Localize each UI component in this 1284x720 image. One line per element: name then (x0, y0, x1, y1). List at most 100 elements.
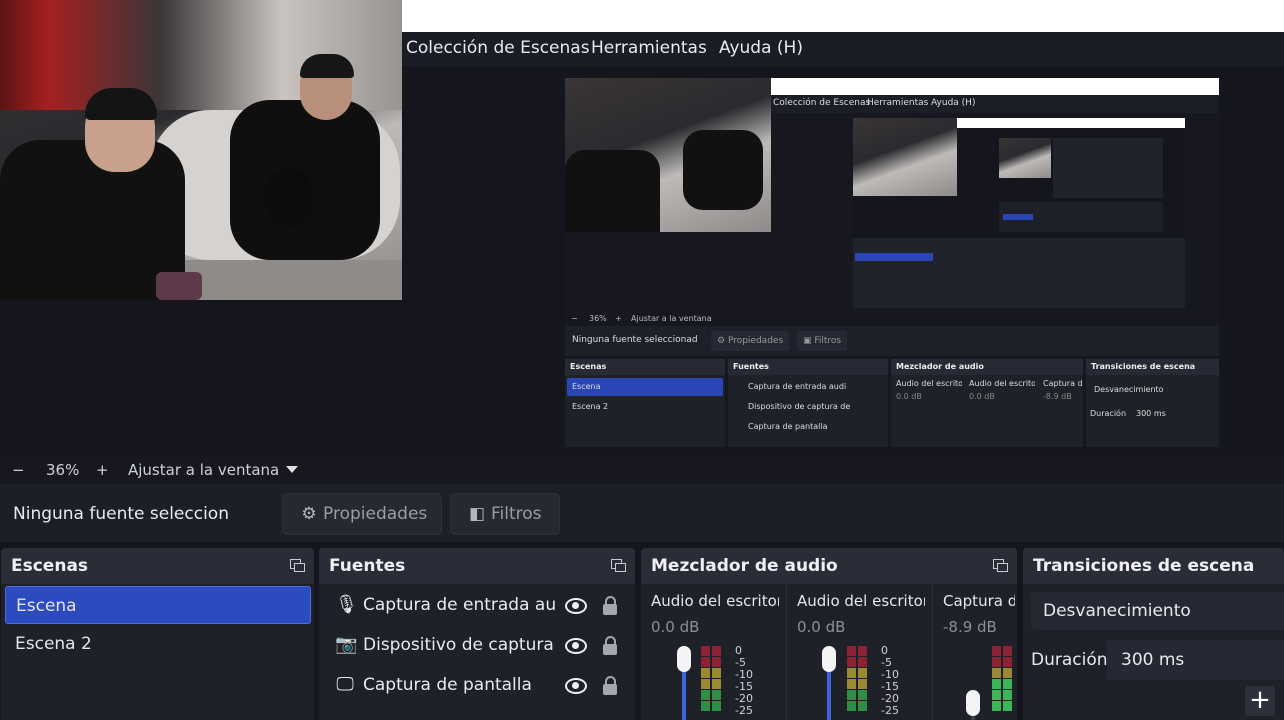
undock-icon[interactable] (611, 559, 626, 572)
preview-nested-capture (853, 118, 1185, 308)
nested-panels (853, 238, 1185, 308)
preview-fit-label: Ajustar a la ventana (631, 314, 712, 323)
audio-mixer-header: Mezclador de audio (641, 548, 1017, 584)
volume-knob[interactable] (966, 690, 980, 716)
preview-menu-tools: Herramientas (867, 98, 929, 108)
source-item-label: Dispositivo de captura de (363, 635, 555, 655)
duration-label: Duración (1031, 650, 1108, 670)
sources-dock-header: Fuentes (319, 548, 635, 584)
lock-icon[interactable] (603, 636, 617, 655)
source-item-audio-input[interactable]: 🎙 Captura de entrada audi (319, 586, 635, 626)
channel-db: 0.0 dB (651, 618, 700, 636)
preview-scenes-dock: Escenas Escena Escena 2 (565, 359, 725, 447)
menu-tools[interactable]: Herramientas (591, 38, 707, 58)
preview-channel-1: Audio del escritorio (896, 379, 962, 388)
preview-transitions-title: Transiciones de escena (1086, 359, 1219, 375)
cam-person-right-hair (300, 54, 354, 78)
sources-dock: Fuentes 🎙 Captura de entrada audi 📷 Disp… (319, 548, 635, 720)
source-item-screen-capture[interactable]: 🖵 Captura de pantalla (319, 666, 635, 706)
preview-properties-label: Propiedades (727, 336, 784, 346)
nested-webcam-small (999, 138, 1051, 178)
scale-label: -25 (881, 704, 899, 717)
source-item-label: Captura de entrada audi (363, 595, 555, 615)
audio-mixer-dock: Mezclador de audio Audio del escritorio … (641, 548, 1017, 720)
level-meter (1003, 646, 1012, 720)
scene-item-escena-2[interactable]: Escena 2 (5, 625, 311, 663)
source-properties-bar: Ninguna fuente seleccionad ⚙ Propiedades … (0, 484, 1284, 542)
source-item-label: Captura de pantalla (363, 675, 532, 695)
meter-scale: 0 -5 -10 -15 -20 -25 (735, 645, 753, 717)
properties-button[interactable]: ⚙ Propiedades (282, 493, 442, 535)
preview-channel-1-db: 0.0 dB (896, 392, 922, 401)
filters-button[interactable]: ◧ Filtros (450, 493, 560, 535)
preview-channel-2-db: 0.0 dB (969, 392, 995, 401)
preview-filters-label: Filtros (814, 336, 842, 346)
fit-to-window-label[interactable]: Ajustar a la ventana (128, 461, 279, 479)
preview-scene-2: Escena 2 (572, 402, 609, 411)
lock-icon[interactable] (603, 596, 617, 615)
zoom-in-button[interactable]: + (96, 461, 109, 479)
undock-icon[interactable] (290, 559, 305, 572)
microphone-icon: 🎙 (335, 594, 358, 615)
preview-white-strip (402, 0, 1284, 32)
channel-name: Audio del escritorio (797, 592, 925, 610)
lock-icon[interactable] (603, 676, 617, 695)
eye-icon[interactable] (565, 598, 587, 614)
no-source-selected-label: Ninguna fuente seleccionad (13, 504, 228, 524)
nested-preview (1053, 138, 1163, 198)
camera-icon: 📷 (335, 634, 358, 655)
cam-person-left-hair (85, 88, 157, 120)
transition-select[interactable]: Desvanecimiento (1031, 592, 1284, 630)
preview-mixer-dock: Mezclador de audio Audio del escritorio … (891, 359, 1083, 447)
nested-selection-small (1003, 214, 1033, 220)
preview-scenes-title: Escenas (565, 359, 725, 375)
eye-icon[interactable] (565, 678, 587, 694)
mixer-channel-capture: Captura de -8.9 dB (933, 584, 1017, 720)
add-transition-button[interactable]: + (1245, 686, 1275, 716)
nested-selection (855, 253, 933, 261)
preview-properties-bar: Ninguna fuente seleccionad ⚙ Propiedades… (565, 326, 1219, 356)
level-meter (858, 646, 867, 720)
preview-menu-bar: Colección de Escenas Herramientas Ayuda … (771, 95, 1219, 113)
preview-canvas[interactable]: Colección de Escenas Herramientas Ayuda … (565, 78, 1219, 447)
preview-zoom-plus-icon: + (615, 314, 622, 323)
zoom-row: − 36% + Ajustar a la ventana (0, 458, 1284, 484)
scenes-dock: Escenas Escena Escena 2 (1, 548, 314, 720)
level-meter (712, 646, 721, 720)
menu-help[interactable]: Ayuda (H) (719, 38, 803, 58)
preview-source-1: Captura de entrada audi (748, 382, 847, 391)
monitor-icon: 🖵 (336, 674, 354, 695)
preview-sources-dock: Fuentes Captura de entrada audi Disposit… (728, 359, 888, 447)
source-item-video-device[interactable]: 📷 Dispositivo de captura de (319, 626, 635, 666)
preview-mixer-title: Mezclador de audio (891, 359, 1083, 375)
preview-sources-title: Fuentes (728, 359, 888, 375)
volume-knob[interactable] (677, 646, 691, 672)
level-meter (701, 646, 710, 720)
preview-channel-2: Audio del escritorio (969, 379, 1035, 388)
cam-cup (156, 272, 202, 300)
scenes-dock-title: Escenas (11, 556, 89, 576)
sources-dock-title: Fuentes (329, 556, 406, 576)
filter-icon: ◧ (468, 504, 486, 524)
preview-white-strip (771, 78, 1219, 95)
eye-icon[interactable] (565, 638, 587, 654)
level-meter (992, 646, 1001, 720)
level-meter (847, 646, 856, 720)
preview-source-3: Captura de pantalla (748, 422, 828, 431)
zoom-out-button[interactable]: − (12, 461, 25, 479)
preview-person-left (565, 150, 660, 232)
menu-scene-collection[interactable]: Colección de Escenas (406, 38, 590, 58)
preview-zoom-row: − 36% + Ajustar a la ventana (565, 312, 1219, 326)
meter-scale: 0 -5 -10 -15 -20 -25 (881, 645, 899, 717)
duration-field[interactable]: 300 ms (1107, 640, 1284, 680)
menu-bar: Colección de Escenas Herramientas Ayuda … (402, 32, 1284, 66)
preview-duration-label: Duración (1090, 409, 1127, 418)
preview-duration-value: 300 ms (1136, 409, 1166, 418)
preview-no-source: Ninguna fuente seleccionad (572, 335, 698, 345)
undock-icon[interactable] (993, 559, 1008, 572)
filters-button-label: Filtros (491, 504, 542, 524)
scene-item-escena[interactable]: Escena (5, 586, 311, 624)
volume-knob[interactable] (822, 646, 836, 672)
chevron-down-icon[interactable] (286, 466, 298, 473)
preview-webcam (565, 78, 771, 232)
